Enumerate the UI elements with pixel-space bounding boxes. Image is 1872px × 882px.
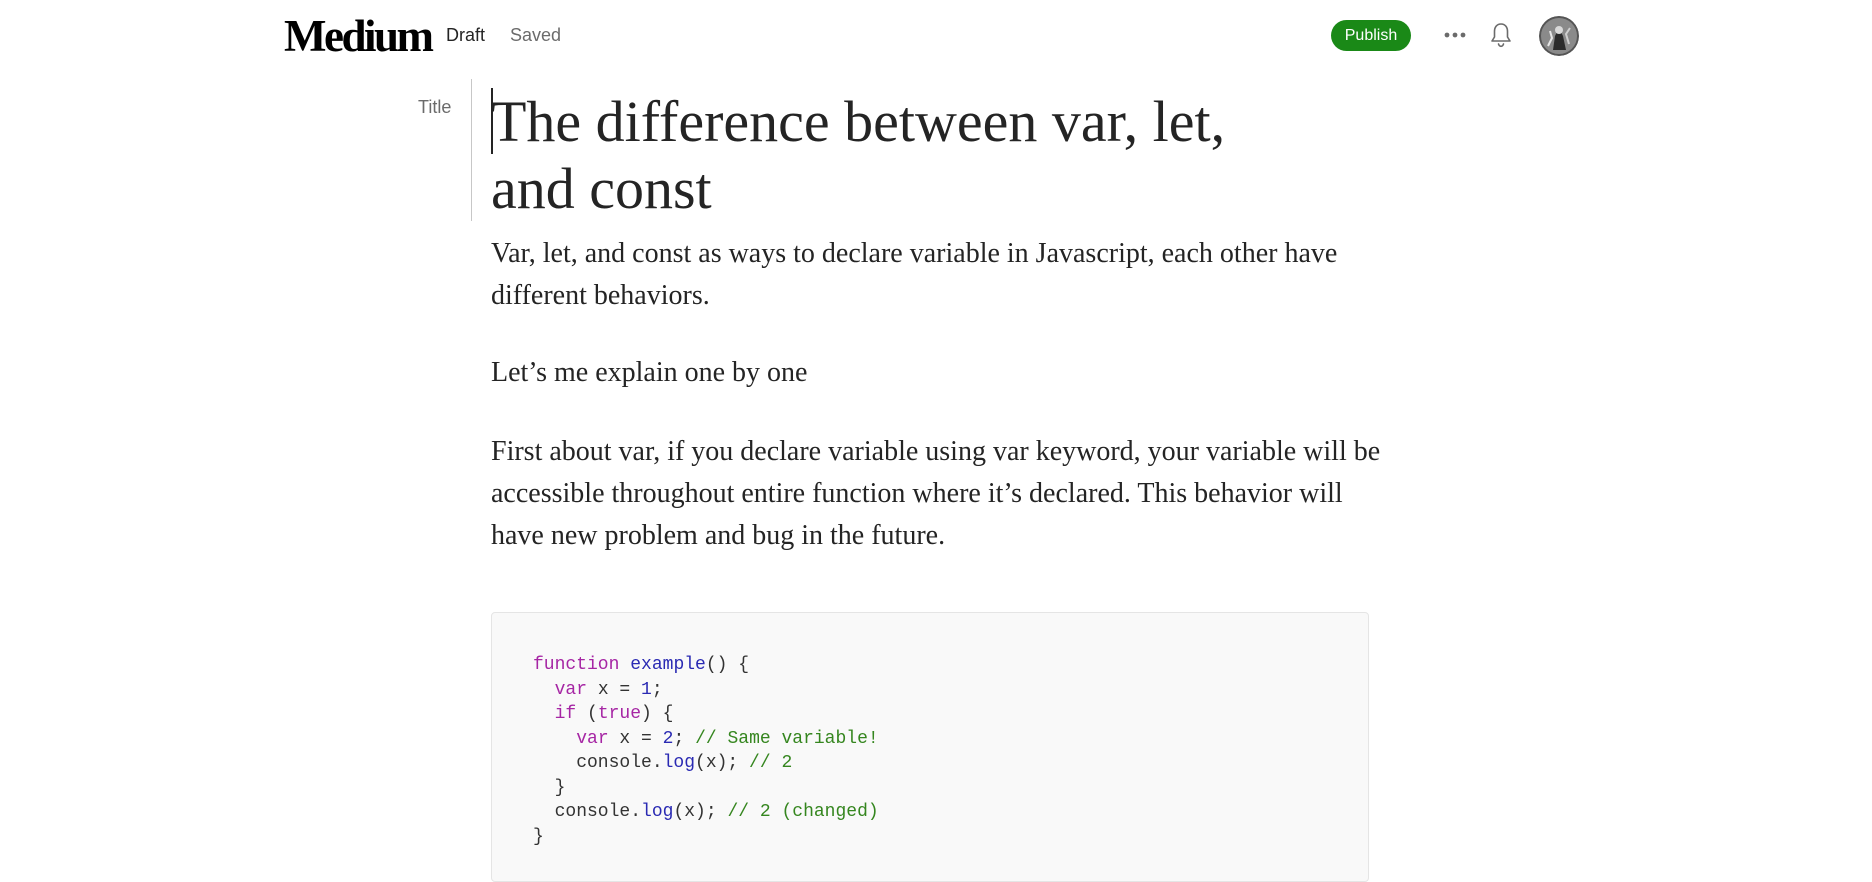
more-horizontal-icon[interactable] (1442, 18, 1468, 52)
code-token: ( (576, 704, 598, 724)
top-bar: Medium Draft Saved Publish (0, 0, 1872, 72)
code-content: function example() { var x = 1; if (true… (533, 653, 879, 849)
text-cursor (491, 88, 493, 154)
paragraph-var[interactable]: First about var, if you declare variable… (491, 431, 1381, 557)
code-token: var (576, 728, 609, 749)
code-token: x = (608, 728, 663, 749)
code-token: 2 (662, 728, 674, 749)
code-token: x = (587, 679, 642, 700)
code-token: 1 (641, 679, 652, 700)
user-avatar[interactable] (1539, 16, 1579, 56)
code-token: } (533, 826, 544, 847)
code-line: console.log(x); // 2 (changed) (533, 802, 879, 822)
code-line: } (533, 827, 544, 847)
code-line: } (533, 777, 566, 798)
code-token: console. (533, 753, 663, 773)
code-token: // 2 (749, 753, 793, 773)
story-title[interactable]: The difference between var, let, and con… (491, 88, 1251, 222)
code-block[interactable]: function example() { var x = 1; if (true… (491, 612, 1369, 882)
code-line: var x = 1; (533, 680, 663, 700)
paragraph-intro[interactable]: Var, let, and const as ways to declare v… (491, 233, 1381, 317)
title-divider (471, 79, 472, 221)
publish-button[interactable]: Publish (1331, 20, 1411, 51)
code-token: } (533, 777, 566, 798)
code-token: var (554, 679, 588, 700)
code-line: function example() { (533, 655, 749, 675)
code-token: log (641, 802, 674, 822)
code-line: if (true) { (533, 704, 674, 724)
code-token: example (630, 655, 706, 675)
medium-logo[interactable]: Medium (284, 10, 434, 62)
code-token: log (662, 753, 696, 773)
code-token: function (533, 655, 620, 675)
bell-icon[interactable] (1488, 20, 1514, 50)
code-token: ) { (641, 704, 674, 724)
title-label: Title (418, 97, 452, 117)
code-token: (x); (695, 753, 750, 773)
code-token: // 2 (changed) (727, 802, 879, 822)
code-token: () { (705, 655, 750, 675)
draft-status: Draft (446, 25, 486, 45)
code-token: ; (673, 728, 696, 749)
code-line: console.log(x); // 2 (533, 753, 792, 773)
code-token: if (554, 704, 577, 724)
saved-status: Saved (510, 25, 562, 45)
code-token: (x); (673, 802, 728, 822)
code-token: ; (651, 679, 663, 700)
code-token: true (597, 704, 642, 724)
code-token: console. (533, 802, 642, 822)
code-line: var x = 2; // Same variable! (533, 728, 879, 749)
paragraph-explain[interactable]: Let’s me explain one by one (491, 352, 1381, 394)
code-token: // Same variable! (695, 728, 879, 749)
